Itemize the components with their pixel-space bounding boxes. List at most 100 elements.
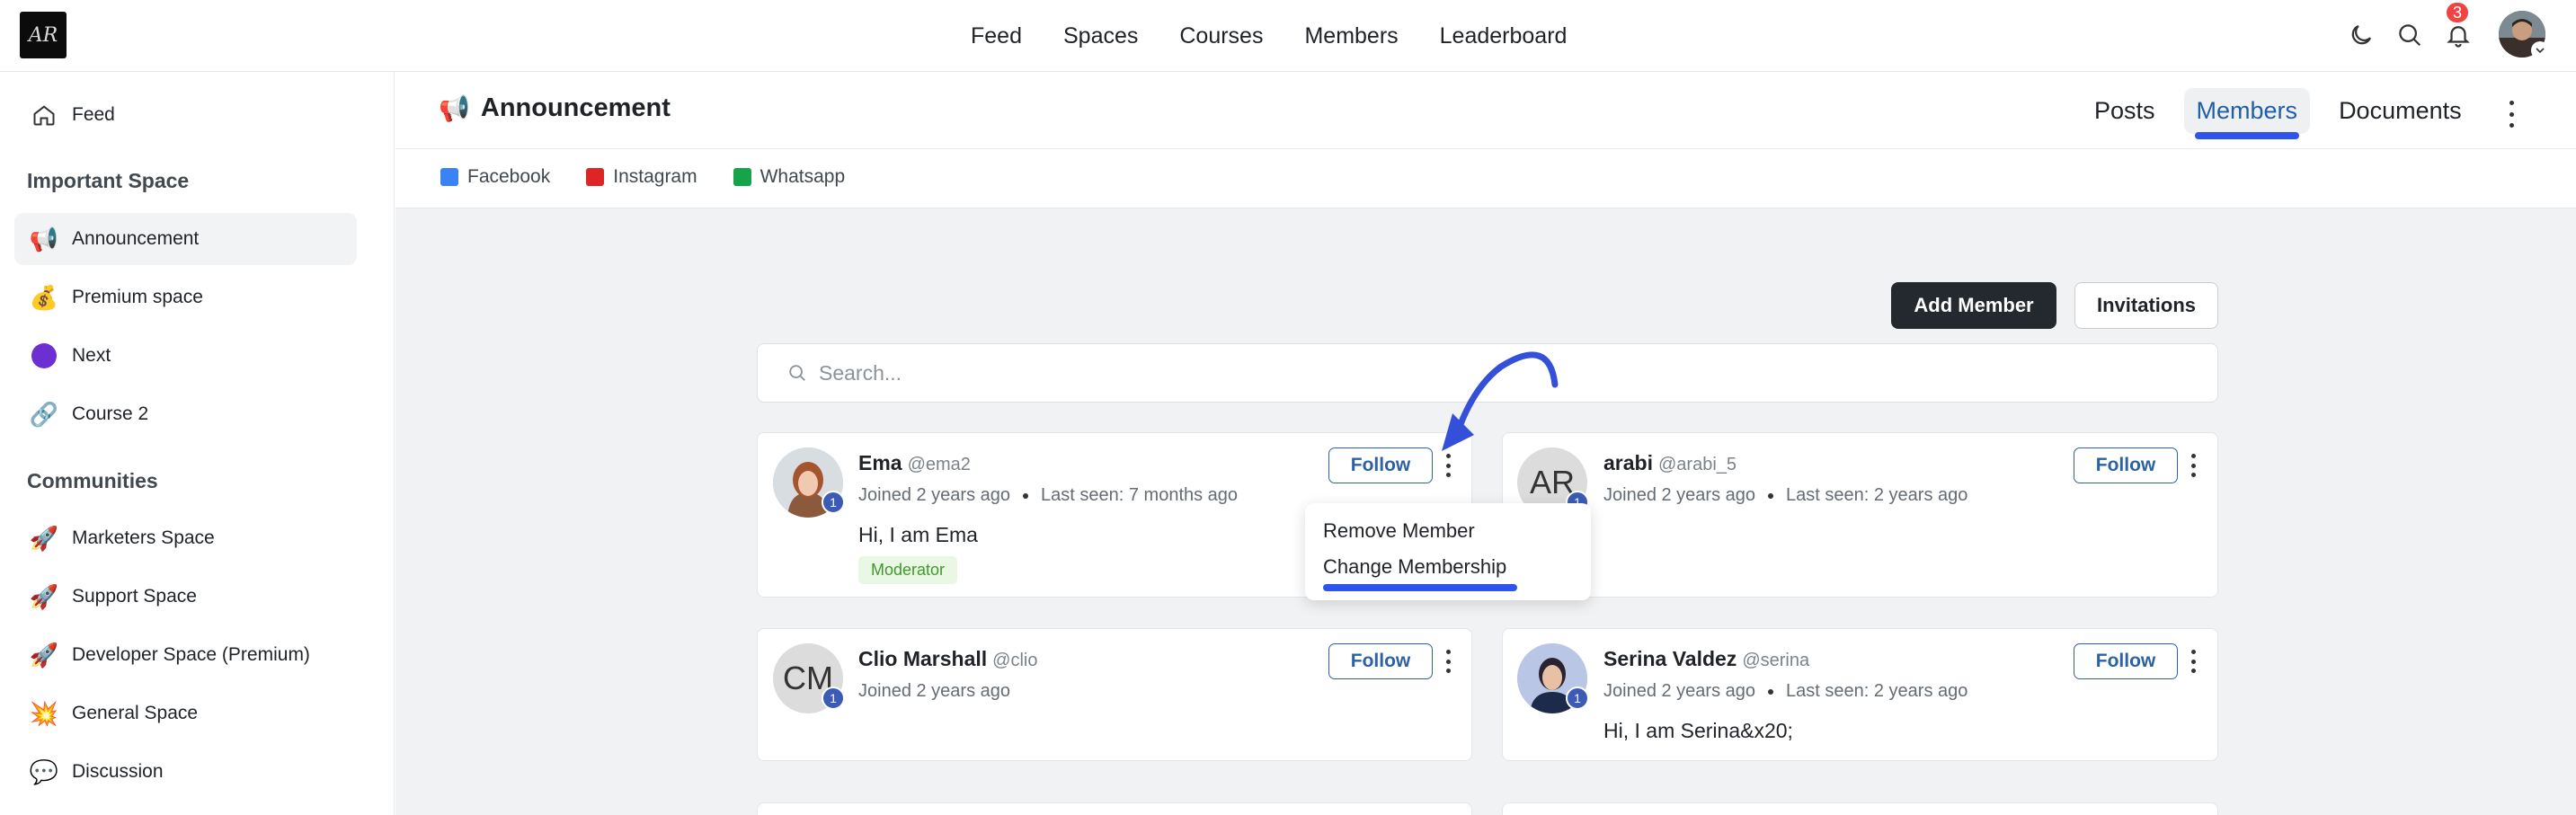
sidebar-item-label: Feed <box>72 104 115 125</box>
annotation-arrow-icon <box>1442 351 1559 451</box>
member-meta: Joined 2 years ago Last seen: 2 years ago <box>1603 485 1968 506</box>
link-icon: 🔗 <box>29 400 59 428</box>
bell-icon[interactable] <box>2443 20 2474 50</box>
member-name-text: Clio Marshall <box>858 647 988 670</box>
follow-button[interactable]: Follow <box>2074 447 2178 483</box>
chevron-down-icon[interactable] <box>2531 41 2549 59</box>
sidebar-item-support-space[interactable]: 🚀 Support Space <box>14 571 357 623</box>
member-handle: @clio <box>992 651 1038 670</box>
tab-posts[interactable]: Posts <box>2082 88 2168 134</box>
member-meta: Joined 2 years ago Last seen: 2 years ago <box>1603 681 1968 702</box>
nav-courses[interactable]: Courses <box>1179 23 1263 49</box>
search-icon[interactable] <box>2394 20 2425 50</box>
space-tabs: Posts Members Documents <box>2082 88 2474 139</box>
level-badge: 1 <box>822 491 845 514</box>
last-seen-text: Last seen: 7 months ago <box>1041 485 1239 505</box>
link-facebook[interactable]: Facebook <box>440 166 550 188</box>
change-membership-item[interactable]: Change Membership <box>1323 555 1506 579</box>
sidebar-item-label: Developer Space (Premium) <box>72 644 310 665</box>
tab-label: Posts <box>2094 97 2155 124</box>
sidebar-item-discussion[interactable]: 💬 Discussion <box>14 746 357 798</box>
top-bar: AR Feed Spaces Courses Members Leaderboa… <box>0 0 2576 72</box>
more-options-icon[interactable] <box>2502 101 2520 128</box>
sidebar-item-marketers-space[interactable]: 🚀 Marketers Space <box>14 512 357 564</box>
tab-members[interactable]: Members <box>2183 88 2311 139</box>
notification-badge: 3 <box>2445 1 2471 24</box>
collision-icon: 💥 <box>29 699 59 727</box>
red-square-icon <box>586 168 605 186</box>
member-meta: Joined 2 years ago <box>858 681 1010 702</box>
more-options-icon[interactable] <box>1441 650 1455 673</box>
sidebar-item-course-2[interactable]: 🔗 Course 2 <box>14 388 357 440</box>
space-header: 📢 Announcement Posts Members Documents <box>395 72 2576 149</box>
sidebar-item-feed[interactable]: Feed <box>14 89 357 141</box>
rocket-icon: 🚀 <box>29 524 59 552</box>
nav-feed[interactable]: Feed <box>971 23 1022 49</box>
rocket-icon: 🚀 <box>29 582 59 610</box>
member-name-text: arabi <box>1603 451 1653 474</box>
sidebar-item-label: Course 2 <box>72 403 149 424</box>
member-meta: Joined 2 years ago Last seen: 7 months ag… <box>858 485 1238 506</box>
purple-circle-icon <box>29 341 59 371</box>
more-options-icon[interactable] <box>2186 454 2200 477</box>
level-badge: 1 <box>822 687 845 710</box>
remove-member-item[interactable]: Remove Member <box>1323 519 1475 543</box>
link-instagram[interactable]: Instagram <box>586 166 697 188</box>
sidebar-item-label: Marketers Space <box>72 527 215 548</box>
rocket-icon: 🚀 <box>29 641 59 669</box>
member-card-partial <box>757 802 1472 815</box>
member-name[interactable]: arabi @arabi_5 <box>1603 451 1737 475</box>
moon-icon[interactable] <box>2346 20 2376 50</box>
tab-label: Documents <box>2339 97 2462 124</box>
link-label: Facebook <box>467 166 551 187</box>
member-name[interactable]: Serina Valdez @serina <box>1603 647 1809 671</box>
link-label: Whatsapp <box>759 166 846 187</box>
follow-button[interactable]: Follow <box>1328 447 1433 483</box>
follow-button[interactable]: Follow <box>1328 643 1433 679</box>
tab-label: Members <box>2196 97 2298 124</box>
blue-square-icon <box>440 168 458 186</box>
speech-bubble-icon: 💬 <box>29 757 59 785</box>
member-name[interactable]: Clio Marshall @clio <box>858 647 1037 671</box>
sidebar-item-label: Announcement <box>72 228 200 249</box>
nav-members[interactable]: Members <box>1304 23 1398 49</box>
member-bio: Hi, I am Ema <box>858 523 978 546</box>
nav-leaderboard[interactable]: Leaderboard <box>1440 23 1568 49</box>
site-logo[interactable]: AR <box>20 12 67 58</box>
invitations-button[interactable]: Invitations <box>2074 282 2218 329</box>
member-options-menu: Remove Member Change Membership <box>1305 503 1591 600</box>
sidebar-item-label: Premium space <box>72 287 203 307</box>
more-options-icon[interactable] <box>2186 650 2200 673</box>
sidebar-item-general-space[interactable]: 💥 General Space <box>14 687 357 740</box>
joined-text: Joined 2 years ago <box>858 485 1011 505</box>
add-member-button[interactable]: Add Member <box>1891 282 2056 329</box>
space-links-bar: Facebook Instagram Whatsapp <box>395 149 2576 208</box>
member-name-text: Serina Valdez <box>1603 647 1737 670</box>
section-heading-communities: Communities <box>27 469 158 492</box>
page-title: 📢 Announcement <box>439 93 671 123</box>
sidebar-item-label: General Space <box>72 703 199 723</box>
green-square-icon <box>733 168 751 186</box>
tab-documents[interactable]: Documents <box>2326 88 2474 134</box>
megaphone-icon: 📢 <box>439 94 470 122</box>
sidebar-item-next[interactable]: Next <box>14 330 357 382</box>
search-icon <box>785 360 810 385</box>
sidebar-item-announcement[interactable]: 📢 Announcement <box>14 213 357 265</box>
follow-button[interactable]: Follow <box>2074 643 2178 679</box>
sidebar: Feed Important Space 📢 Announcement 💰 Pr… <box>0 72 395 815</box>
sidebar-item-label: Support Space <box>72 586 197 607</box>
member-name[interactable]: Ema @ema2 <box>858 451 971 475</box>
sidebar-item-developer-space[interactable]: 🚀 Developer Space (Premium) <box>14 629 357 681</box>
sidebar-item-premium-space[interactable]: 💰 Premium space <box>14 271 357 323</box>
link-whatsapp[interactable]: Whatsapp <box>733 166 846 188</box>
last-seen-text: Last seen: 2 years ago <box>1786 485 1968 505</box>
money-bag-icon: 💰 <box>29 283 59 311</box>
annotation-underline <box>2194 132 2300 139</box>
link-label: Instagram <box>613 166 697 187</box>
joined-text: Joined 2 years ago <box>858 681 1011 701</box>
sidebar-item-label: Next <box>72 345 111 366</box>
page-title-text: Announcement <box>480 93 671 122</box>
nav-spaces[interactable]: Spaces <box>1063 23 1138 49</box>
section-heading-important: Important Space <box>27 169 190 192</box>
joined-text: Joined 2 years ago <box>1603 485 1756 505</box>
